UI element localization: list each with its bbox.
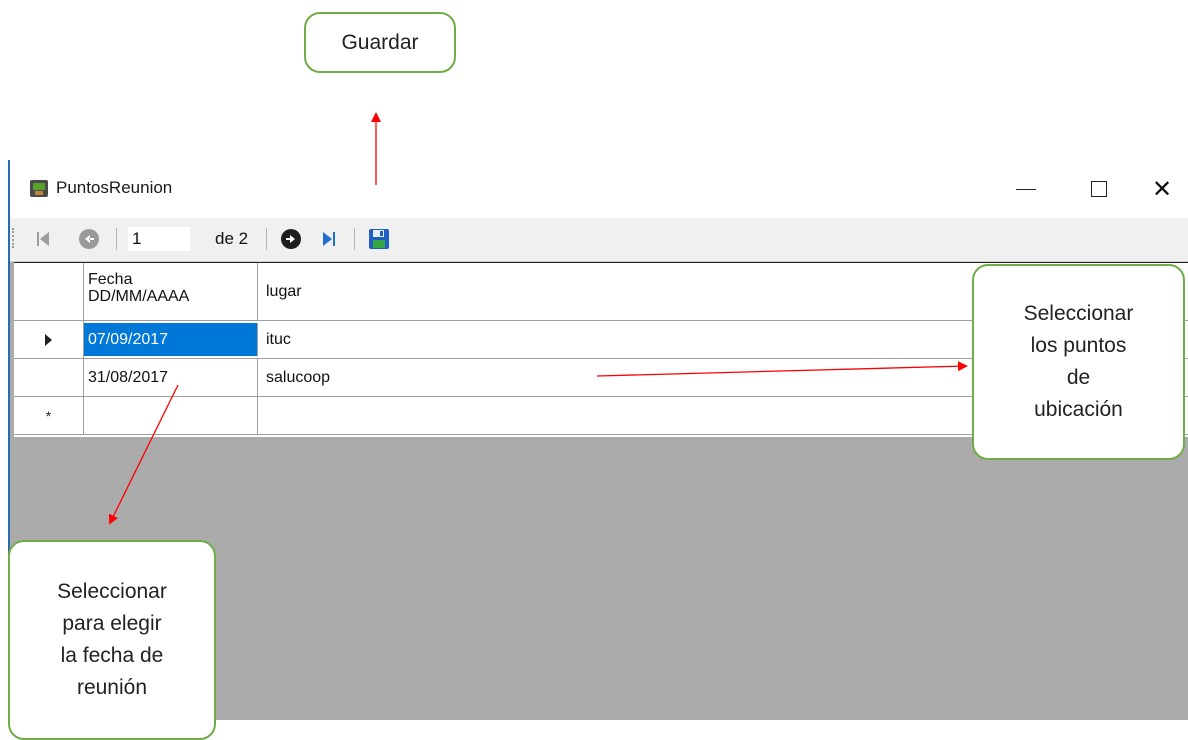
- binding-navigator-toolbar: 1 de 2: [10, 218, 1188, 262]
- callout-location-line: los puntos: [1030, 334, 1127, 357]
- move-first-icon: [37, 232, 39, 246]
- column-header-fecha[interactable]: Fecha DD/MM/AAAA: [84, 263, 258, 320]
- count-label: de 2: [215, 229, 249, 248]
- toolbar-grip[interactable]: [12, 228, 16, 248]
- close-icon: ✕: [1151, 175, 1173, 203]
- toolbar-separator: [266, 228, 267, 250]
- minimize-button[interactable]: [1003, 172, 1049, 206]
- cell-fecha[interactable]: 31/08/2017: [84, 359, 258, 396]
- row-header[interactable]: *: [14, 397, 84, 434]
- callout-date-line: reunión: [76, 676, 148, 699]
- callout-location-line: de: [1066, 366, 1091, 389]
- move-next-button[interactable]: [278, 225, 304, 253]
- maximize-button[interactable]: [1076, 172, 1122, 206]
- save-disk-icon: [369, 229, 389, 249]
- app-icon: [30, 180, 48, 197]
- column-header-fecha-line1: Fecha: [88, 271, 133, 288]
- move-next-icon: [281, 229, 301, 249]
- callout-select-date: Seleccionar para elegir la fecha de reun…: [8, 540, 216, 740]
- cell-fecha[interactable]: 07/09/2017: [84, 323, 258, 356]
- close-button[interactable]: ✕: [1139, 172, 1185, 206]
- new-row-asterisk-icon: *: [45, 407, 52, 424]
- callout-date-line: la fecha de: [60, 644, 164, 667]
- toolbar-separator: [354, 228, 355, 250]
- callout-location-line: ubicación: [1034, 398, 1123, 421]
- move-first-button[interactable]: [32, 225, 54, 253]
- cell-fecha-new[interactable]: [84, 397, 258, 434]
- row-header[interactable]: [14, 321, 84, 358]
- window-title: PuntosReunion: [56, 178, 173, 197]
- current-row-arrow-icon: [45, 333, 52, 346]
- title-bar[interactable]: PuntosReunion ✕: [10, 160, 1188, 218]
- position-input[interactable]: 1: [128, 227, 190, 251]
- toolbar-separator: [116, 228, 117, 250]
- callout-date-line: Seleccionar: [57, 580, 167, 603]
- callout-guardar-text: Guardar: [341, 30, 419, 54]
- column-header-fecha-line2: DD/MM/AAAA: [88, 288, 190, 305]
- callout-date-line: para elegir: [62, 612, 162, 635]
- callout-location-line: Seleccionar: [1023, 302, 1134, 325]
- move-previous-button[interactable]: [76, 225, 102, 253]
- row-header[interactable]: [14, 359, 84, 396]
- row-header-corner[interactable]: [14, 263, 84, 320]
- callout-select-location: Seleccionar los puntos de ubicación: [972, 264, 1185, 460]
- move-last-icon: [323, 232, 332, 246]
- move-last-button[interactable]: [318, 225, 340, 253]
- callout-guardar: Guardar: [304, 12, 456, 73]
- move-previous-icon: [79, 229, 99, 249]
- save-button[interactable]: [366, 225, 392, 253]
